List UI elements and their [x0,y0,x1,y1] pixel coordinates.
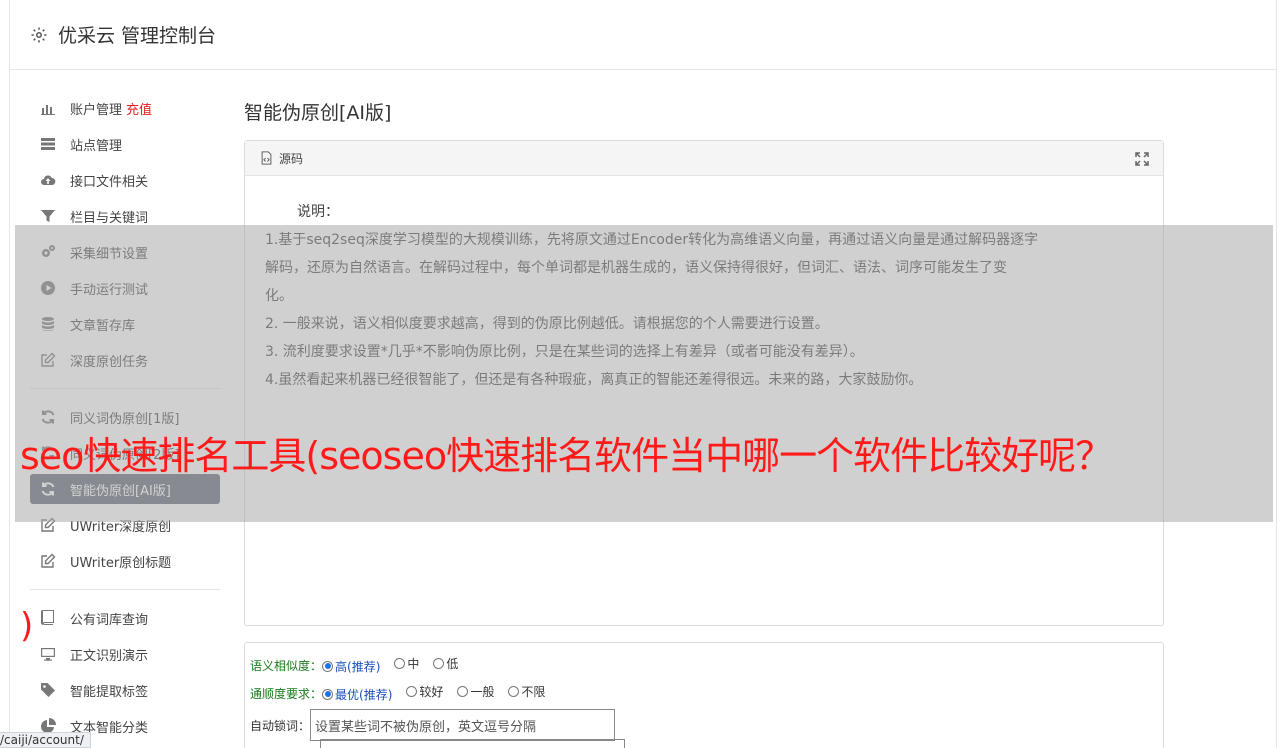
bar-chart-icon [40,100,56,116]
radio-label: 最优(推荐) [335,687,393,702]
sidebar-item-group1-0[interactable]: 账户管理 充值 [30,90,220,126]
radio-dot[interactable] [322,660,334,672]
options-form: 语义相似度： 高(推荐) 中 低 通顺度要求： 最优(推荐) 较好 一般 不限 自动锁词：… [244,642,1164,748]
sidebar-item-group1-1[interactable]: 站点管理 [30,126,220,162]
radio-dot[interactable] [457,686,469,698]
sidebar-item-label: 站点管理 [70,138,123,154]
secondary-input[interactable] [320,739,625,748]
panel-header-label: 源码 [279,151,304,166]
lock-label: 自动锁词： [250,718,311,733]
sidebar-item-group3-2[interactable]: 智能提取标签 [30,672,220,708]
sidebar-divider [30,589,220,590]
radio-option[interactable]: 高(推荐) [322,658,380,675]
sidebar-item-group1-2[interactable]: 接口文件相关 [30,162,220,198]
radio-label: 一般 [470,685,495,700]
sidebar-item-label: 账户管理 [70,102,123,118]
status-bar-url: /caiji/account/ [0,732,91,748]
fluency-row: 通顺度要求： 最优(推荐) 较好 一般 不限 [250,679,1158,707]
sidebar-item-label: 智能提取标签 [70,684,149,700]
panel-header: 源码 [245,141,1163,176]
radio-dot[interactable] [394,658,406,670]
similarity-row: 语义相似度： 高(推荐) 中 低 [250,651,1158,679]
fluency-label: 通顺度要求： [250,686,323,701]
gear-icon [31,27,47,42]
sidebar-item-label: 正文识别演示 [70,648,149,664]
sidebar-item-label: 栏目与关键词 [70,210,149,226]
radio-dot[interactable] [433,658,445,670]
sidebar-item-group3-0[interactable]: 公有词库查询 [30,600,220,636]
radio-label: 低 [446,657,459,672]
lock-words-input[interactable]: 设置某些词不被伪原创，英文逗号分隔 [310,709,616,741]
ad-headline: seo快速排名工具(seoseo快速排名软件当中哪一个软件比较好呢？ [20,434,1113,478]
cloud-upload-icon [40,172,56,188]
radio-dot[interactable] [406,686,418,698]
radio-dot[interactable] [322,688,334,700]
tag-icon [40,682,56,698]
sidebar-item-group3-1[interactable]: 正文识别演示 [30,636,220,672]
similarity-label: 语义相似度： [250,658,323,673]
sidebar-item-label: 接口文件相关 [70,174,149,190]
radio-label: 中 [407,657,420,672]
list-icon [40,136,56,152]
radio-label: 较好 [419,685,444,700]
book-icon [40,610,56,626]
radio-option[interactable]: 一般 [457,683,494,700]
page-title: 智能伪原创[AI版] [244,102,392,124]
radio-option[interactable]: 低 [433,655,458,672]
sidebar-item-label: 公有词库查询 [70,612,149,628]
explain-title: 说明： [297,204,339,220]
sidebar-item-label: UWriter原创标题 [70,555,172,571]
edit-icon [40,553,56,569]
expand-icon[interactable] [1135,152,1149,166]
radio-option[interactable]: 较好 [406,683,443,700]
radio-option[interactable]: 不限 [508,683,545,700]
radio-option[interactable]: 中 [394,655,419,672]
ad-paren: ) [20,606,34,646]
radio-dot[interactable] [508,686,520,698]
radio-label: 不限 [521,685,546,700]
radio-label: 高(推荐) [335,659,381,674]
monitor-icon [40,646,56,662]
app-title: 优采云 管理控制台 [58,25,217,47]
recharge-badge[interactable]: 充值 [126,99,152,118]
source-code-icon [261,151,272,165]
lock-row: 自动锁词： 设置某些词不被伪原创，英文逗号分隔 [250,707,1158,743]
top-bar: 优采云 管理控制台 [10,0,1276,70]
sidebar-item-group2-4[interactable]: UWriter原创标题 [30,543,220,579]
filter-icon [40,208,56,224]
radio-option[interactable]: 最优(推荐) [322,686,392,703]
